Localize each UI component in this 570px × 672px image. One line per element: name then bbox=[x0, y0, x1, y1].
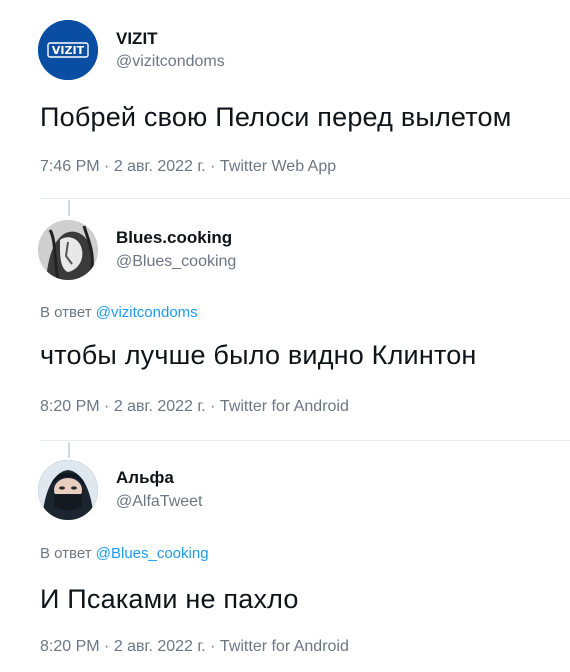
tweet-meta: 8:20 PM · 2 авг. 2022 г. · Twitter for A… bbox=[40, 398, 349, 416]
tweet-text: чтобы лучше было видно Клинтон bbox=[40, 340, 477, 370]
replying-label: В ответ bbox=[40, 545, 92, 562]
display-name[interactable]: Альфа bbox=[116, 468, 174, 488]
tweet-text: Побрей свою Пелоси перед вылетом bbox=[40, 102, 512, 132]
tweet-time[interactable]: 8:20 PM bbox=[40, 638, 100, 655]
display-name[interactable]: VIZIT bbox=[116, 29, 158, 49]
meta-separator: · bbox=[205, 158, 220, 175]
meta-separator: · bbox=[99, 398, 114, 415]
tweet-time[interactable]: 7:46 PM bbox=[40, 158, 100, 175]
avatar-vizit[interactable]: VIZIT bbox=[38, 20, 98, 80]
tweet-source[interactable]: Twitter for Android bbox=[220, 398, 349, 415]
tweet-blues-cooking: Blues.cooking @Blues_cooking В ответ @vi… bbox=[0, 200, 570, 441]
reply-mention-link[interactable]: @Blues_cooking bbox=[96, 545, 209, 562]
tweet-source[interactable]: Twitter for Android bbox=[220, 638, 349, 655]
tweet-date[interactable]: 2 авг. 2022 г. bbox=[114, 158, 206, 175]
user-handle[interactable]: @vizitcondoms bbox=[116, 53, 225, 71]
replying-to: В ответ @Blues_cooking bbox=[40, 545, 209, 562]
tweet-vizit: VIZIT VIZIT @vizitcondoms Побрей свою Пе… bbox=[0, 0, 570, 200]
user-photo-icon bbox=[38, 460, 98, 520]
avatar-alfa[interactable] bbox=[38, 460, 98, 520]
replying-to: В ответ @vizitcondoms bbox=[40, 304, 198, 321]
user-handle[interactable]: @Blues_cooking bbox=[116, 253, 236, 271]
replying-label: В ответ bbox=[40, 304, 92, 321]
tweet-date[interactable]: 2 авг. 2022 г. bbox=[114, 398, 206, 415]
divider bbox=[40, 198, 570, 199]
meta-separator: · bbox=[99, 158, 114, 175]
user-handle[interactable]: @AlfaTweet bbox=[116, 493, 203, 511]
meta-separator: · bbox=[205, 398, 220, 415]
tweet-alfa: Альфа @AlfaTweet В ответ @Blues_cooking … bbox=[0, 440, 570, 672]
avatar-blues-cooking[interactable] bbox=[38, 220, 98, 280]
tweet-meta: 7:46 PM · 2 авг. 2022 г. · Twitter Web A… bbox=[40, 158, 336, 176]
user-photo-icon bbox=[38, 220, 98, 280]
tweet-text: И Псаками не пахло bbox=[40, 584, 299, 614]
svg-text:VIZIT: VIZIT bbox=[52, 44, 85, 57]
reply-mention-link[interactable]: @vizitcondoms bbox=[96, 304, 198, 321]
tweet-time[interactable]: 8:20 PM bbox=[40, 398, 100, 415]
tweet-meta: 8:20 PM · 2 авг. 2022 г. · Twitter for A… bbox=[40, 638, 349, 656]
meta-separator: · bbox=[205, 638, 220, 655]
tweet-date[interactable]: 2 авг. 2022 г. bbox=[114, 638, 206, 655]
tweet-source[interactable]: Twitter Web App bbox=[220, 158, 336, 175]
meta-separator: · bbox=[99, 638, 114, 655]
vizit-logo-icon: VIZIT bbox=[38, 20, 98, 80]
display-name[interactable]: Blues.cooking bbox=[116, 228, 232, 248]
